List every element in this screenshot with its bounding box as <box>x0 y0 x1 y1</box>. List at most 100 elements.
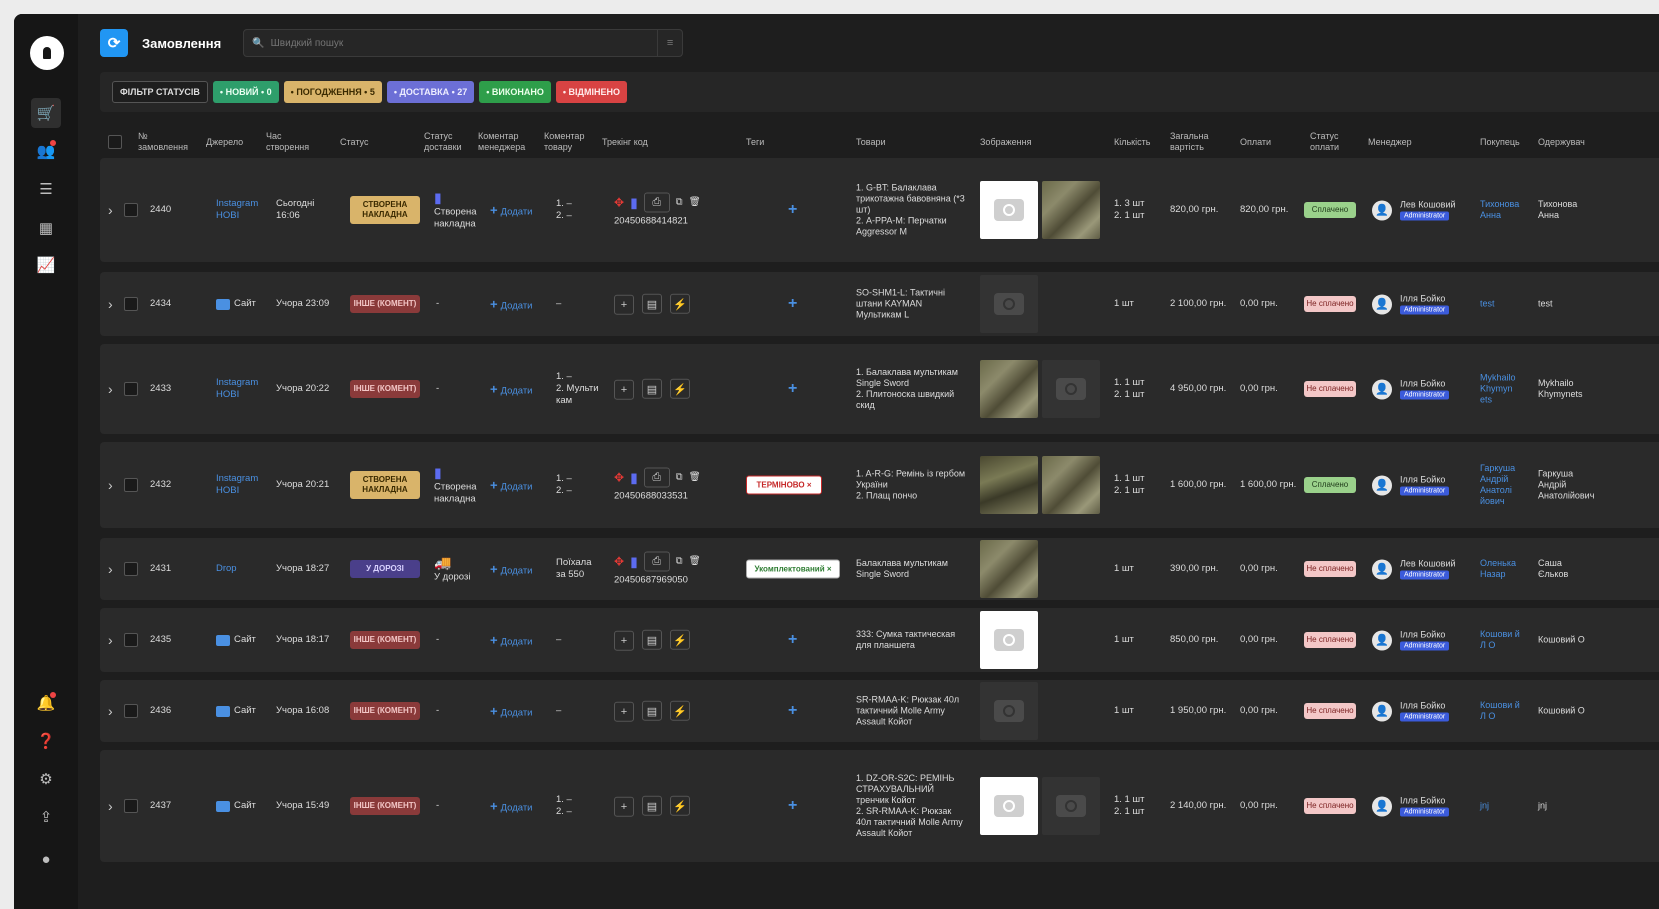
manager-name[interactable]: Ілля Бойко <box>1400 796 1449 806</box>
payment-status-badge[interactable]: Не сплачено <box>1304 798 1356 814</box>
source-link[interactable]: Instagram НОВІ <box>216 198 262 222</box>
row-checkbox[interactable] <box>124 633 138 647</box>
buyer-link[interactable]: jnj <box>1480 801 1526 812</box>
create-invoice-icon[interactable]: + <box>614 796 634 817</box>
product-image[interactable] <box>980 360 1038 418</box>
row-checkbox[interactable] <box>124 799 138 813</box>
status-badge[interactable]: ІНШЕ (КОМЕНТ) <box>350 295 420 313</box>
add-tag-icon[interactable]: + <box>788 201 797 219</box>
add-tag-icon[interactable]: + <box>788 631 797 649</box>
add-comment-button[interactable]: + Додати <box>490 203 533 218</box>
trash-icon[interactable]: 🗑 <box>689 556 701 568</box>
lightning-icon[interactable]: ⚡ <box>670 378 690 399</box>
export-icon[interactable]: ⇪ <box>34 806 58 828</box>
col-tracking[interactable]: Трекінг код <box>602 137 682 148</box>
product-image[interactable] <box>1042 181 1100 239</box>
table-row[interactable]: › 2436 Сайт Учора 16:08 ІНШЕ (КОМЕНТ) - + Додат… <box>100 680 1659 742</box>
copy-icon[interactable]: ⧉ <box>676 556 683 568</box>
col-product-comment[interactable]: Коментар товару <box>544 131 594 153</box>
create-invoice-icon[interactable]: + <box>614 701 634 722</box>
row-checkbox[interactable] <box>124 704 138 718</box>
chevron-right-icon[interactable]: › <box>108 798 113 814</box>
table-row[interactable]: › 2433 Instagram НОВІ Учора 20:22 ІНШЕ (КОМЕ… <box>100 344 1659 434</box>
chevron-right-icon[interactable]: › <box>108 703 113 719</box>
table-row[interactable]: › 2435 Сайт Учора 18:17 ІНШЕ (КОМЕНТ) - + Додат… <box>100 608 1659 672</box>
add-comment-button[interactable]: + Додати <box>490 799 533 814</box>
row-checkbox[interactable] <box>124 382 138 396</box>
source-link[interactable]: Instagram НОВІ <box>216 473 262 497</box>
order-number[interactable]: 2432 <box>150 479 171 491</box>
lightning-icon[interactable]: ⚡ <box>670 700 690 721</box>
col-images[interactable]: Зображення <box>980 137 1050 148</box>
manager-name[interactable]: Ілля Бойко <box>1400 379 1449 389</box>
buyer-link[interactable]: Гаркуша Андрій Анатолі йович <box>1480 463 1526 507</box>
table-row[interactable]: › 2437 Сайт Учора 15:49 ІНШЕ (КОМЕНТ) - + Додат… <box>100 750 1659 862</box>
manager-name[interactable]: Лев Кошовий <box>1400 200 1456 210</box>
users-bell-icon[interactable]: 👥 <box>34 140 58 162</box>
add-comment-button[interactable]: + Додати <box>490 562 533 577</box>
select-all-checkbox[interactable] <box>108 135 122 149</box>
add-comment-button[interactable]: + Додати <box>490 478 533 493</box>
order-number[interactable]: 2435 <box>150 634 171 646</box>
warehouse-icon[interactable]: ▦ <box>34 217 58 239</box>
row-checkbox[interactable] <box>124 203 138 217</box>
chevron-right-icon[interactable]: › <box>108 202 113 218</box>
col-pay-status[interactable]: Статус оплати <box>1310 131 1360 153</box>
status-chip[interactable]: • ДОСТАВКА • 27 <box>386 81 475 103</box>
col-source[interactable]: Джерело <box>206 137 256 148</box>
payment-status-badge[interactable]: Не сплачено <box>1304 632 1356 648</box>
create-invoice-icon[interactable]: + <box>614 379 634 400</box>
chevron-right-icon[interactable]: › <box>108 477 113 493</box>
buyer-link[interactable]: Кошови й Л О <box>1480 629 1526 651</box>
col-manager[interactable]: Менеджер <box>1368 137 1428 148</box>
col-status[interactable]: Статус <box>340 137 400 148</box>
status-filter-button[interactable]: ФІЛЬТР СТАТУСІВ <box>112 81 208 103</box>
user-icon[interactable]: ● <box>34 848 58 870</box>
product-image[interactable] <box>980 611 1038 669</box>
product-image[interactable] <box>980 275 1038 333</box>
move-icon[interactable]: ✥ <box>614 196 624 210</box>
product-image[interactable] <box>1042 360 1100 418</box>
product-image[interactable] <box>1042 777 1100 835</box>
tracking-number[interactable]: 20450688033531 <box>614 491 744 503</box>
invoice-icon[interactable]: ▮ <box>630 469 638 486</box>
payment-status-badge[interactable]: Не сплачено <box>1304 381 1356 397</box>
gear-icon[interactable]: ⚙ <box>34 768 58 790</box>
document-icon[interactable]: ▤ <box>642 293 662 314</box>
product-image[interactable] <box>1042 456 1100 514</box>
print-icon[interactable]: ⎙ <box>643 192 670 213</box>
order-number[interactable]: 2436 <box>150 705 171 717</box>
col-delivery-status[interactable]: Статус доставки <box>424 131 474 153</box>
print-icon[interactable]: ⎙ <box>643 551 670 572</box>
payment-status-badge[interactable]: Сплачено <box>1304 477 1356 493</box>
add-tag-icon[interactable]: + <box>788 797 797 815</box>
col-manager-comment[interactable]: Коментар менеджера <box>478 131 538 153</box>
tracking-number[interactable]: 20450687969050 <box>614 575 744 587</box>
status-badge[interactable]: ІНШЕ (КОМЕНТ) <box>350 702 420 720</box>
chevron-right-icon[interactable]: › <box>108 381 113 397</box>
status-badge[interactable]: СТВОРЕНА НАКЛАДНА <box>350 196 420 224</box>
bell-icon[interactable]: 🔔 <box>34 692 58 714</box>
order-number[interactable]: 2434 <box>150 298 171 310</box>
lightning-icon[interactable]: ⚡ <box>670 629 690 650</box>
status-chip[interactable]: • ВИКОНАНО <box>479 81 551 103</box>
help-icon[interactable]: ❓ <box>34 730 58 752</box>
add-tag-icon[interactable]: + <box>788 295 797 313</box>
chart-icon[interactable]: 📈 <box>34 254 58 276</box>
logo[interactable] <box>30 36 64 70</box>
order-number[interactable]: 2431 <box>150 563 171 575</box>
status-chip[interactable]: • НОВИЙ • 0 <box>212 81 279 103</box>
product-image[interactable] <box>980 181 1038 239</box>
table-row[interactable]: › 2434 Сайт Учора 23:09 ІНШЕ (КОМЕНТ) - + Додат… <box>100 272 1659 336</box>
buyer-link[interactable]: Оленька Назар <box>1480 558 1526 580</box>
source-link[interactable]: Instagram НОВІ <box>216 377 262 401</box>
product-image[interactable] <box>980 456 1038 514</box>
add-comment-button[interactable]: + Додати <box>490 297 533 312</box>
lightning-icon[interactable]: ⚡ <box>670 795 690 816</box>
document-icon[interactable]: ▤ <box>642 629 662 650</box>
add-comment-button[interactable]: + Додати <box>490 704 533 719</box>
buyer-link[interactable]: Mykhailo Khymyn ets <box>1480 373 1526 406</box>
product-image[interactable] <box>980 777 1038 835</box>
invoice-icon[interactable]: ▮ <box>630 553 638 570</box>
chevron-right-icon[interactable]: › <box>108 561 113 577</box>
